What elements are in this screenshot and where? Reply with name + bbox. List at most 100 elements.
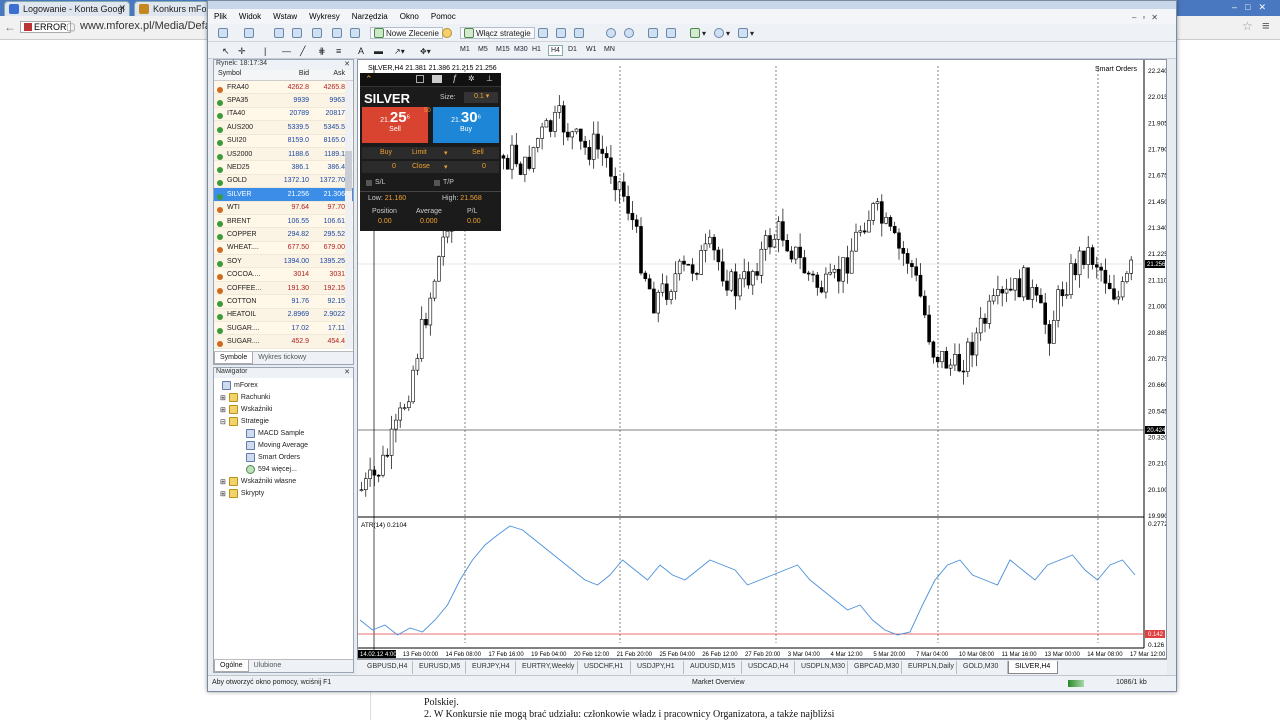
oc-size-input[interactable]: 0.1 ▾ (464, 92, 498, 103)
menu-narzedzia[interactable]: Narzędzia (346, 9, 394, 21)
enable-strategies-button[interactable]: Włącz strategie (460, 27, 535, 39)
expand-icon[interactable]: ⊞ (220, 406, 226, 414)
order-limit-select[interactable]: Limit (412, 149, 427, 156)
tester-button[interactable] (350, 27, 360, 39)
market-watch-row[interactable]: COTTON 91.76 92.15 (214, 295, 353, 309)
sl-zero[interactable]: 0 (392, 163, 396, 170)
collapse-icon[interactable]: ⊟ (220, 418, 226, 426)
chart-tab[interactable]: GBPUSD,H4 (361, 661, 413, 674)
line-chart-button[interactable] (574, 27, 584, 39)
navigator-button[interactable] (312, 27, 322, 39)
vertical-line-icon[interactable]: | (264, 45, 266, 57)
window-titlebar[interactable] (208, 1, 1176, 9)
nav-strategy-ma[interactable]: Moving Average (246, 441, 308, 450)
nav-scripts[interactable]: ⊞ Skrypty (220, 489, 264, 498)
url-text[interactable]: www.mforex.pl/Media/Defa (80, 20, 211, 32)
horizontal-line-icon[interactable]: — (282, 45, 291, 57)
col-bid[interactable]: Bid (276, 70, 312, 80)
tp-zero[interactable]: 0 (482, 163, 486, 170)
col-symbol[interactable]: Symbol (214, 70, 276, 80)
chart-shift-button[interactable] (666, 27, 676, 39)
timeframe-m15[interactable]: M15 (494, 45, 512, 54)
market-watch-row[interactable]: FRA40 4262.8 4265.8 (214, 81, 353, 95)
browser-tab-mforex[interactable]: Konkurs mForex (134, 1, 210, 16)
zoom-out-button[interactable] (624, 27, 634, 39)
market-watch-row[interactable]: SILVER 21.256 21.306 (214, 188, 353, 202)
timeframe-m1[interactable]: M1 (458, 45, 472, 54)
data-window-button[interactable] (292, 27, 302, 39)
market-watch-row[interactable]: HEATOIL 2.8969 2.9022 (214, 308, 353, 323)
zoom-in-button[interactable] (606, 27, 616, 39)
cursor-tool-icon[interactable]: ↖ (222, 45, 230, 57)
menu-wstaw[interactable]: Wstaw (267, 9, 303, 21)
fibonacci-icon[interactable]: ≡ (336, 45, 341, 57)
menu-plik[interactable]: Plik (208, 9, 233, 21)
chart-tab[interactable]: EURTRY,Weekly (516, 661, 578, 674)
chart-tab[interactable]: USDCHF,H1 (578, 661, 631, 674)
timeframe-m5[interactable]: M5 (476, 45, 490, 54)
market-watch-row[interactable]: NED25 386.1 386.4 (214, 161, 353, 175)
market-watch-row[interactable]: COCOA.... 3014 3031 (214, 268, 353, 282)
close-icon[interactable]: ✕ (344, 60, 350, 68)
market-watch-row[interactable]: SPA35 9939 9963 (214, 94, 353, 108)
chart-tab[interactable]: SILVER,H4 (1008, 661, 1058, 674)
expand-icon[interactable]: ⊞ (220, 394, 226, 402)
menu-pomoc[interactable]: Pomoc (425, 9, 462, 21)
status-profile[interactable]: Market Overview (692, 679, 745, 686)
templates-button[interactable]: ▾ (738, 27, 754, 39)
close-tab-icon[interactable]: ✕ (118, 3, 126, 14)
bar-chart-button[interactable] (538, 27, 548, 39)
market-watch-button[interactable] (274, 27, 284, 39)
market-watch-row[interactable]: SUGAR.... 452.9 454.4 (214, 335, 353, 349)
crosshair-tool-icon[interactable]: ✛ (238, 45, 246, 57)
col-ask[interactable]: Ask (312, 70, 348, 80)
market-watch-row[interactable]: COFFEE... 191.30 192.15 (214, 281, 353, 296)
periods-button[interactable]: ▾ (714, 27, 730, 39)
nav-indicators[interactable]: ⊞ Wskaźniki (220, 405, 272, 414)
chart-tab[interactable]: GBPCAD,M30 (848, 661, 902, 674)
tab-favorites[interactable]: Ulubione (249, 660, 287, 671)
calculator-icon[interactable] (416, 75, 424, 83)
close-icon[interactable]: ✕ (344, 368, 350, 376)
alert-button[interactable] (442, 27, 452, 39)
menu-widok[interactable]: Widok (233, 9, 267, 21)
chart-tab[interactable]: USDPLN,M30 (795, 661, 848, 674)
chart-tab[interactable]: USDCAD,H4 (742, 661, 795, 674)
back-arrow-icon[interactable]: ← (4, 20, 16, 34)
buy-button[interactable]: 21.306 Buy (433, 107, 499, 143)
collapse-icon[interactable]: ⌃ (365, 74, 373, 85)
arrows-tool-icon[interactable]: ↗▾ (394, 45, 405, 57)
timeframe-mn[interactable]: MN (602, 45, 617, 54)
candle-chart-button[interactable] (556, 27, 566, 39)
market-watch-row[interactable]: ITA40 20789 20817 (214, 107, 353, 122)
market-watch-row[interactable]: SUI20 8159.0 8165.0 (214, 134, 353, 148)
pin-icon[interactable]: ⊥ (486, 74, 493, 83)
mail-icon[interactable] (432, 75, 442, 83)
market-watch-row[interactable]: AUS200 5339.5 5345.5 (214, 121, 353, 135)
nav-accounts[interactable]: ⊞ Rachunki (220, 393, 270, 402)
autoscroll-button[interactable] (648, 27, 658, 39)
menu-okno[interactable]: Okno (394, 9, 425, 21)
timeframe-w1[interactable]: W1 (584, 45, 599, 54)
tab-general[interactable]: Ogólne (214, 660, 249, 672)
new-chart-button[interactable] (218, 27, 228, 39)
dropdown-icon[interactable]: ▾ (444, 163, 448, 171)
star-icon[interactable]: ☆ (1242, 19, 1253, 33)
tp-checkbox[interactable]: T/P (434, 179, 454, 186)
new-order-button[interactable]: Nowe Zlecenie (370, 27, 443, 39)
sell-button[interactable]: 21.256 Sell (362, 107, 428, 143)
window-controls[interactable]: –□✕ (1232, 2, 1274, 13)
terminal-button[interactable] (332, 27, 342, 39)
function-icon[interactable]: ƒ (452, 73, 457, 83)
text-tool[interactable]: A (358, 45, 364, 57)
expand-icon[interactable]: ⊞ (220, 490, 226, 498)
timeframe-d1[interactable]: D1 (566, 45, 579, 54)
market-watch-row[interactable]: WHEAT.... 677.50 679.00 (214, 241, 353, 256)
order-sell-tab[interactable]: Sell (472, 149, 484, 156)
market-watch-row[interactable]: GOLD 1372.10 1372.70 (214, 174, 353, 189)
nav-strategy-smart-orders[interactable]: Smart Orders (246, 453, 300, 462)
close-select[interactable]: Close (412, 163, 430, 170)
child-window-controls[interactable]: –▫✕ (1126, 10, 1170, 22)
timeframe-m30[interactable]: M30 (512, 45, 530, 54)
market-watch-row[interactable]: SOY 1394.00 1395.25 (214, 255, 353, 269)
